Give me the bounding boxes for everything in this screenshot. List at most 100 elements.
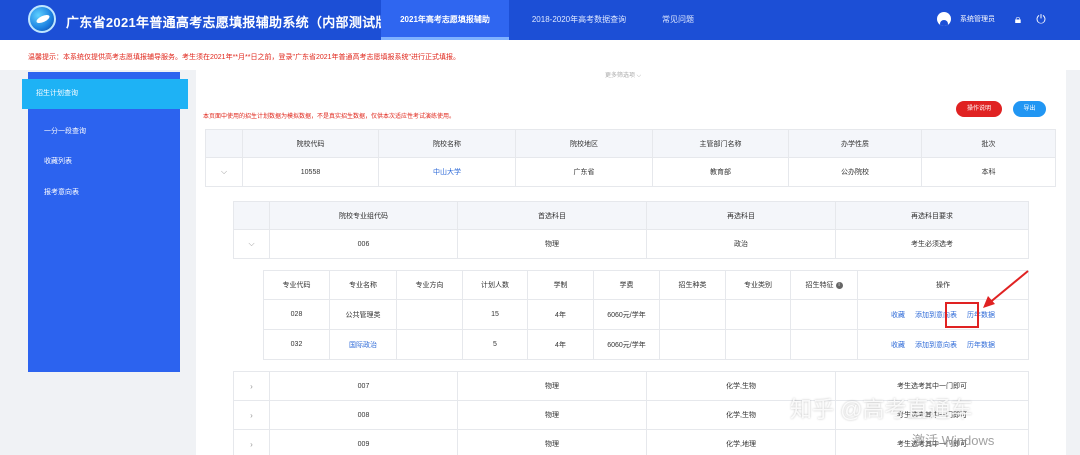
school-table-header: 院校代码 院校名称 院校地区 主管部门名称 办学性质 批次 [205,129,1056,158]
tab-volunteer-assist[interactable]: 2021年高考志愿填报辅助 [381,0,509,40]
expand-chevron-icon[interactable]: › [233,371,270,401]
header-cell: 学制 [527,270,594,300]
table-cell: 009 [269,429,458,455]
table-row: 032 国际政治 5 4年 6060元/学年 收藏 添加到意向表 历年数据 [263,329,1029,360]
table-cell: 政治 [646,229,836,259]
sidebar: 一分一段查询 收藏列表 报考意向表 [28,72,180,372]
app-title: 广东省2021年普通高考志愿填报辅助系统（内部测试版） [66,15,403,30]
header-cell: 院校地区 [515,129,653,158]
table-cell: 006 [269,229,458,259]
header-cell: 首选科目 [457,201,647,230]
sidebar-item-enrollment-plan[interactable]: 招生计划查询 [22,79,188,109]
table-cell: 4年 [527,299,594,330]
header-cell: 院校代码 [242,129,379,158]
header-cell: 学费 [593,270,660,300]
table-cell: 4年 [527,329,594,360]
history-data-highlight [945,302,979,328]
header-cell [233,201,270,230]
lock-icon[interactable]: 🔒︎ [1011,12,1025,26]
header-cell: 办学性质 [788,129,922,158]
header-cell: 院校名称 [378,129,516,158]
major-table: 专业代码 专业名称 专业方向 计划人数 学制 学费 招生种类 专业类别 招生特征… [263,270,1029,360]
collapse-chevron-icon[interactable]: ⌵ [205,157,243,187]
table-cell: 本科 [921,157,1056,187]
tab-faq[interactable]: 常见问题 [648,0,708,40]
table-row[interactable]: ⌵ 006 物理 政治 考生必须选考 [233,229,1029,259]
school-table: 院校代码 院校名称 院校地区 主管部门名称 办学性质 批次 ⌵ 10558 中山… [205,129,1056,187]
sidebar-item-score-rank[interactable]: 一分一段查询 [28,117,188,147]
export-button[interactable]: 导出 [1013,101,1046,117]
header-cell: 专业方向 [396,270,463,300]
sidebar-item-intent-list[interactable]: 报考意向表 [28,178,188,208]
table-cell: 028 [263,299,330,330]
annotation-arrow-icon [983,270,1029,308]
table-row[interactable]: ⌵ 10558 中山大学 广东省 教育部 公办院校 本科 [205,157,1056,187]
header-cell: 专业代码 [263,270,330,300]
notice-text: 温馨提示：本系统仅提供高考志愿填报辅导服务。考生须在2021年**月**日之前，… [28,54,461,61]
table-cell: 物理 [457,429,647,455]
favorite-link[interactable]: 收藏 [891,342,905,349]
header-cell: 再选科目 [646,201,836,230]
major-name-link[interactable]: 国际政治 [329,329,397,360]
collapse-chevron-icon[interactable]: ⌵ [233,229,270,259]
table-cell: 公共管理类 [329,299,397,330]
table-cell: 032 [263,329,330,360]
user-avatar-icon[interactable] [937,12,951,26]
header-cell: 计划人数 [462,270,528,300]
app-logo [28,5,56,33]
user-name[interactable]: 系统管理员 [960,14,995,24]
header-cell: 专业名称 [329,270,397,300]
expand-chevron-icon[interactable]: › [233,429,270,455]
header-cell: 招生种类 [659,270,726,300]
table-cell [725,329,791,360]
table-cell: 5 [462,329,528,360]
group-table-header: 院校专业组代码 首选科目 再选科目 再选科目要求 [233,201,1029,230]
table-row: 028 公共管理类 15 4年 6060元/学年 收藏 添加到意向表 历年数据 [263,299,1029,330]
major-table-header: 专业代码 专业名称 专业方向 计划人数 学制 学费 招生种类 专业类别 招生特征… [263,270,1029,300]
header-cell: 批次 [921,129,1056,158]
table-cell [790,329,858,360]
table-cell: 008 [269,400,458,430]
top-navbar: 广东省2021年普通高考志愿填报辅助系统（内部测试版） 2021年高考志愿填报辅… [0,0,1080,40]
table-cell: 物理 [457,400,647,430]
header-cell: 主管部门名称 [652,129,789,158]
add-to-intent-link[interactable]: 添加到意向表 [915,342,957,349]
table-cell: 007 [269,371,458,401]
table-cell [659,329,726,360]
header-cell: 专业类别 [725,270,791,300]
power-icon[interactable]: ⏻ [1034,12,1048,26]
ops-cell: 收藏 添加到意向表 历年数据 [857,329,1029,360]
table-row[interactable]: › 009 物理 化学,地理 考生选考其中一门即可 [233,429,1029,455]
table-cell [725,299,791,330]
windows-activation-text: 激活 Windows [912,433,995,448]
table-cell: 物理 [457,229,647,259]
tab-history-data[interactable]: 2018-2020年高考数据查询 [520,0,638,40]
table-cell: 6060元/学年 [593,329,660,360]
table-cell [396,329,463,360]
table-cell [659,299,726,330]
simulated-data-warning: 本页面中使用的招生计划数据为模拟数据，不是真实招生数据，仅供本次适应性考试演练使… [203,114,456,120]
history-data-link[interactable]: 历年数据 [967,342,995,349]
header-cell: 招生特征 i [790,270,858,300]
table-cell: 考生必须选考 [835,229,1029,259]
table-cell: 10558 [242,157,379,187]
table-cell [396,299,463,330]
feature-header-label: 招生特征 [805,282,834,289]
table-cell: 物理 [457,371,647,401]
table-cell: 广东省 [515,157,653,187]
header-cell [205,129,243,158]
expand-chevron-icon[interactable]: › [233,400,270,430]
sidebar-item-favorites[interactable]: 收藏列表 [28,147,188,177]
more-filters-toggle[interactable]: 更多筛选项 ⌵ [605,70,641,80]
table-cell [790,299,858,330]
header-cell: 院校专业组代码 [269,201,458,230]
table-cell: 6060元/学年 [593,299,660,330]
instructions-button[interactable]: 操作说明 [956,101,1002,117]
info-icon[interactable]: i [835,281,843,289]
major-group-table: 院校专业组代码 首选科目 再选科目 再选科目要求 ⌵ 006 物理 政治 考生必… [233,201,1029,259]
table-cell: 公办院校 [788,157,922,187]
school-name-link[interactable]: 中山大学 [378,157,516,187]
table-cell: 化学,地理 [646,429,836,455]
favorite-link[interactable]: 收藏 [891,312,905,319]
watermark: 知乎 @高考直通车 [790,397,973,422]
